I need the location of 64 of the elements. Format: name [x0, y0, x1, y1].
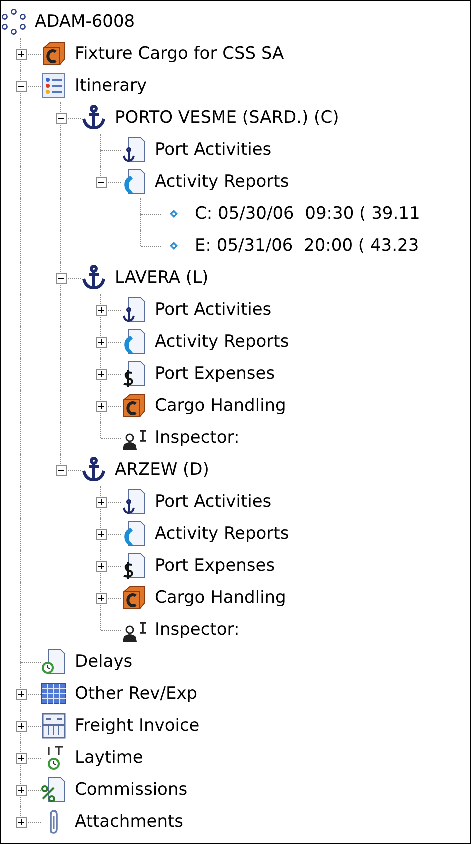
collapse-toggle[interactable]: [96, 176, 106, 188]
document-dollar-icon: [121, 361, 147, 387]
document-clock-icon: [41, 649, 67, 675]
tree-item[interactable]: Port Activities: [151, 492, 272, 512]
expand-toggle[interactable]: [16, 784, 26, 796]
tree-item[interactable]: Cargo Handling: [151, 396, 286, 416]
cargo-box-icon: [41, 41, 67, 67]
cycle-icon: [1, 9, 27, 35]
expand-toggle[interactable]: [96, 528, 106, 540]
tree-item[interactable]: Inspector:: [151, 620, 240, 640]
tree-item[interactable]: Commissions: [71, 780, 188, 800]
expand-toggle[interactable]: [96, 336, 106, 348]
tree-item[interactable]: Delays: [71, 652, 133, 672]
document-anchor-icon: [121, 297, 147, 323]
tree-item[interactable]: Fixture Cargo for CSS SA: [71, 44, 284, 64]
tree-item[interactable]: Activity Reports: [151, 524, 290, 544]
expand-toggle[interactable]: [96, 368, 106, 380]
tree-item[interactable]: Port Expenses: [151, 364, 276, 384]
tree-item[interactable]: E: 05/31/06 20:00 ( 43.23: [191, 236, 420, 256]
invoice-icon: [41, 713, 67, 739]
tree-item[interactable]: Attachments: [71, 812, 184, 832]
expand-toggle[interactable]: [16, 48, 26, 60]
tree-item[interactable]: Port Activities: [151, 140, 272, 160]
tree-item[interactable]: Cargo Handling: [151, 588, 286, 608]
cargo-box-icon: [121, 585, 147, 611]
tree-item[interactable]: Itinerary: [71, 76, 148, 96]
document-anchor-icon: [121, 137, 147, 163]
tree-item[interactable]: Activity Reports: [151, 172, 290, 192]
bullet-icon: [169, 209, 179, 219]
document-percent-icon: [41, 777, 67, 803]
collapse-toggle[interactable]: [56, 112, 66, 124]
anchor-icon: [81, 265, 107, 291]
anchor-icon: [81, 105, 107, 131]
expand-toggle[interactable]: [16, 720, 26, 732]
collapse-toggle[interactable]: [56, 464, 66, 476]
tree-item[interactable]: ARZEW (D): [111, 460, 210, 480]
expand-toggle[interactable]: [96, 560, 106, 572]
tree-item[interactable]: Activity Reports: [151, 332, 290, 352]
expand-toggle[interactable]: [16, 752, 26, 764]
grid-icon: [41, 681, 67, 707]
document-anchor-icon: [121, 489, 147, 515]
tree-item[interactable]: ADAM-6008: [31, 12, 136, 32]
tree-item[interactable]: Other Rev/Exp: [71, 684, 198, 704]
tree-item[interactable]: LAVERA (L): [111, 268, 209, 288]
bullet-icon: [169, 241, 179, 251]
tree-item[interactable]: Inspector:: [151, 428, 240, 448]
expand-toggle[interactable]: [16, 816, 26, 828]
tree-item[interactable]: Laytime: [71, 748, 144, 768]
expand-toggle[interactable]: [96, 592, 106, 604]
tree-item[interactable]: PORTO VESME (SARD.) (C): [111, 108, 340, 128]
collapse-toggle[interactable]: [56, 272, 66, 284]
tree-item[interactable]: Port Activities: [151, 300, 272, 320]
expand-toggle[interactable]: [96, 496, 106, 508]
tree-item[interactable]: C: 05/30/06 09:30 ( 39.11: [191, 204, 420, 224]
expand-toggle[interactable]: [96, 400, 106, 412]
expand-toggle[interactable]: [16, 688, 26, 700]
collapse-toggle[interactable]: [16, 80, 26, 92]
tree-item[interactable]: Freight Invoice: [71, 716, 200, 736]
anchor-icon: [81, 457, 107, 483]
tree-item[interactable]: Port Expenses: [151, 556, 276, 576]
document-dollar-icon: [121, 553, 147, 579]
expand-toggle[interactable]: [96, 304, 106, 316]
checklist-icon: [41, 73, 67, 99]
cargo-box-icon: [121, 393, 147, 419]
